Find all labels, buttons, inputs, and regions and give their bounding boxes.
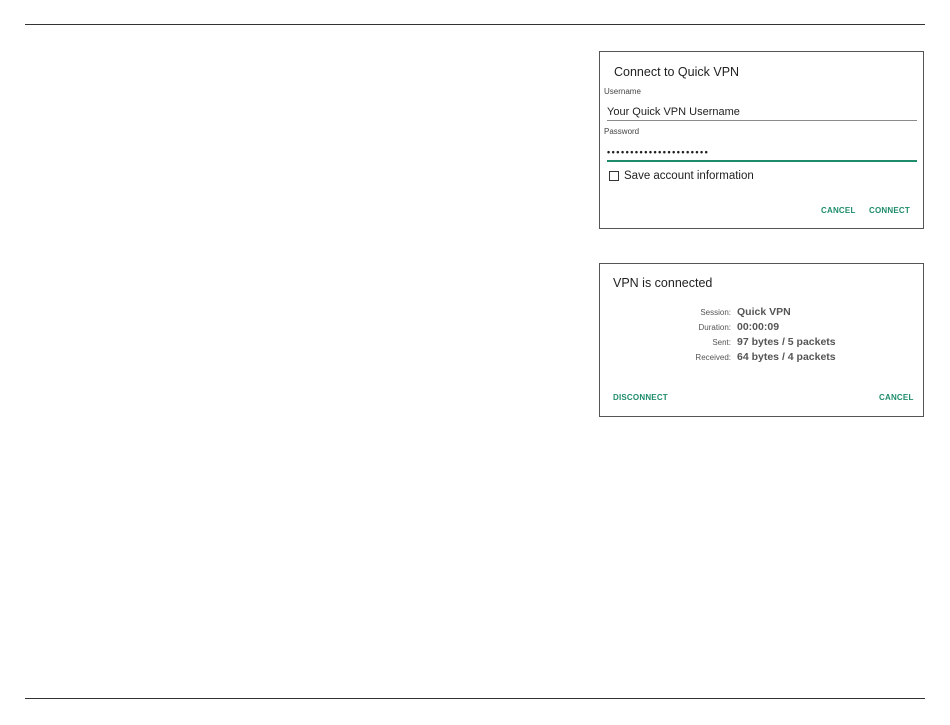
received-key: Received: bbox=[695, 353, 731, 362]
cancel-button[interactable]: CANCEL bbox=[879, 393, 914, 402]
duration-key: Duration: bbox=[698, 323, 731, 332]
status-dialog-title: VPN is connected bbox=[613, 276, 713, 290]
sent-key: Sent: bbox=[712, 338, 731, 347]
disconnect-button[interactable]: DISCONNECT bbox=[613, 393, 668, 402]
received-value: 64 bytes / 4 packets bbox=[737, 351, 836, 363]
save-account-checkbox-row[interactable]: Save account information bbox=[609, 170, 754, 182]
save-account-checkbox[interactable] bbox=[609, 171, 619, 181]
info-row-session: Session: Quick VPN bbox=[600, 306, 925, 320]
vpn-status-dialog: VPN is connected Session: Quick VPN Dura… bbox=[599, 263, 924, 417]
duration-value: 00:00:09 bbox=[737, 321, 780, 333]
connect-vpn-dialog: Connect to Quick VPN Username Password S… bbox=[599, 51, 924, 229]
session-key: Session: bbox=[700, 308, 731, 317]
top-divider bbox=[25, 24, 925, 25]
cancel-button[interactable]: CANCEL bbox=[821, 206, 856, 215]
connect-dialog-title: Connect to Quick VPN bbox=[614, 65, 740, 79]
info-row-duration: Duration: 00:00:09 bbox=[600, 321, 925, 335]
session-value: Quick VPN bbox=[737, 306, 791, 318]
bottom-divider bbox=[25, 698, 925, 699]
save-account-label: Save account information bbox=[624, 170, 754, 182]
info-row-sent: Sent: 97 bytes / 5 packets bbox=[600, 336, 925, 350]
password-underline-focused bbox=[607, 160, 917, 162]
password-label: Password bbox=[604, 127, 640, 136]
connect-button[interactable]: CONNECT bbox=[869, 206, 910, 215]
sent-value: 97 bytes / 5 packets bbox=[737, 336, 836, 348]
info-row-received: Received: 64 bytes / 4 packets bbox=[600, 351, 925, 365]
username-label: Username bbox=[604, 87, 641, 96]
username-underline bbox=[607, 120, 917, 121]
username-input[interactable] bbox=[607, 103, 917, 121]
password-input[interactable] bbox=[607, 143, 917, 161]
